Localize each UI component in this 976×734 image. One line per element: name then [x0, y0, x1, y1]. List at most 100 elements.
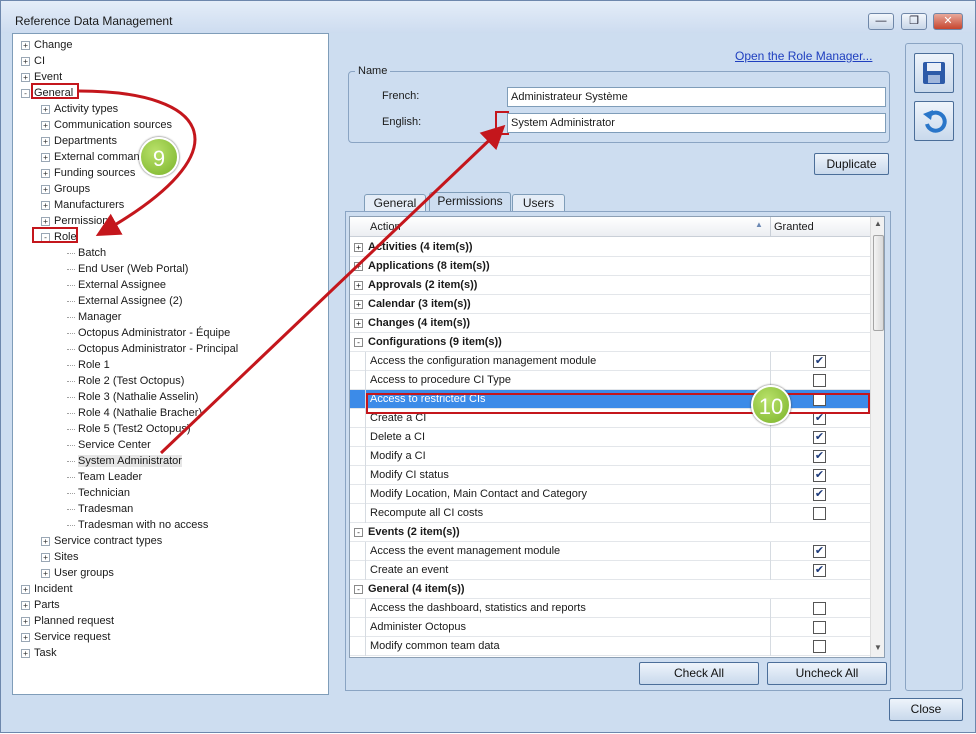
tree-item-sites[interactable]: + Sites	[41, 549, 78, 565]
expand-icon[interactable]: +	[41, 120, 50, 130]
permission-row[interactable]: Modify CI status ✔	[350, 466, 870, 485]
tree-item-team-leader[interactable]: Team Leader	[67, 469, 142, 485]
permission-row[interactable]: Access the event management module ✔	[350, 542, 870, 561]
tree-item-funding-sources[interactable]: + Funding sources	[41, 165, 135, 181]
tree-item-manufacturers[interactable]: + Manufacturers	[41, 197, 124, 213]
expand-icon[interactable]: +	[21, 56, 30, 66]
permission-row[interactable]: Create an event ✔	[350, 561, 870, 580]
tree-item-role-4-nathalie-bracher[interactable]: Role 4 (Nathalie Bracher)	[67, 405, 202, 421]
tree-item-tradesman[interactable]: Tradesman	[67, 501, 133, 517]
granted-checkbox[interactable]: ✔	[813, 564, 826, 577]
tree-item-technician[interactable]: Technician	[67, 485, 130, 501]
expand-icon[interactable]: +	[41, 216, 50, 226]
expand-icon[interactable]: +	[354, 281, 363, 290]
collapse-icon[interactable]: -	[354, 585, 363, 594]
french-name-field[interactable]: Administrateur Système	[507, 87, 886, 107]
expand-icon[interactable]: +	[354, 262, 363, 271]
permissions-grid[interactable]: Action ▲ Granted + Activities (4 item(s))…	[349, 216, 885, 658]
expand-icon[interactable]: +	[21, 72, 30, 82]
granted-checkbox[interactable]: ✔	[813, 545, 826, 558]
expand-icon[interactable]: +	[41, 552, 50, 562]
tab-general[interactable]: General	[364, 194, 426, 212]
expand-icon[interactable]: +	[41, 152, 50, 162]
tree-item-role-2-test-octopus[interactable]: Role 2 (Test Octopus)	[67, 373, 184, 389]
expand-icon[interactable]: +	[354, 300, 363, 309]
expand-icon[interactable]: +	[41, 536, 50, 546]
permission-row[interactable]: Access the dashboard, statistics and rep…	[350, 599, 870, 618]
tree-item-communication-sources[interactable]: + Communication sources	[41, 117, 172, 133]
tree-item-planned-request[interactable]: + Planned request	[21, 613, 114, 629]
tree-item-tradesman-with-no-access[interactable]: Tradesman with no access	[67, 517, 208, 533]
expand-icon[interactable]: +	[21, 648, 30, 658]
tree-item-role-1[interactable]: Role 1	[67, 357, 110, 373]
expand-icon[interactable]: +	[21, 584, 30, 594]
expand-icon[interactable]: +	[41, 104, 50, 114]
collapse-icon[interactable]: -	[354, 338, 363, 347]
scroll-thumb[interactable]	[873, 235, 884, 331]
duplicate-button[interactable]: Duplicate	[814, 153, 889, 175]
tree-item-change[interactable]: + Change	[21, 37, 73, 53]
expand-icon[interactable]: +	[41, 136, 50, 146]
close-window-button[interactable]: ✕	[933, 13, 963, 30]
english-name-field[interactable]: System Administrator	[507, 113, 886, 133]
permission-row[interactable]: Modify Location, Main Contact and Catego…	[350, 485, 870, 504]
expand-icon[interactable]: +	[41, 200, 50, 210]
expand-icon[interactable]: +	[21, 632, 30, 642]
check-all-button[interactable]: Check All	[639, 662, 759, 685]
tree-item-service-contract-types[interactable]: + Service contract types	[41, 533, 162, 549]
tab-users[interactable]: Users	[512, 194, 565, 212]
granted-checkbox[interactable]	[813, 507, 826, 520]
tree-item-end-user-web-portal[interactable]: End User (Web Portal)	[67, 261, 188, 277]
permission-row[interactable]: Access to procedure CI Type	[350, 371, 870, 390]
tree-item-octopus-administrator-principal[interactable]: Octopus Administrator - Principal	[67, 341, 238, 357]
granted-checkbox[interactable]	[813, 621, 826, 634]
permission-category-row[interactable]: - General (4 item(s))	[350, 580, 870, 599]
collapse-icon[interactable]: -	[354, 528, 363, 537]
granted-checkbox[interactable]: ✔	[813, 469, 826, 482]
tree-item-departments[interactable]: + Departments	[41, 133, 117, 149]
granted-column-header[interactable]: Granted	[774, 221, 814, 233]
permission-row[interactable]: Recompute all CI costs	[350, 504, 870, 523]
undo-button[interactable]	[914, 101, 954, 141]
permission-category-row[interactable]: - Events (2 item(s))	[350, 523, 870, 542]
action-column-header[interactable]: Action	[370, 221, 401, 233]
tree-item-user-groups[interactable]: + User groups	[41, 565, 114, 581]
tree-item-manager[interactable]: Manager	[67, 309, 121, 325]
tree-item-groups[interactable]: + Groups	[41, 181, 90, 197]
tree-item-task[interactable]: + Task	[21, 645, 57, 661]
permission-row[interactable]: Modify common team data	[350, 637, 870, 656]
tree-item-ci[interactable]: + CI	[21, 53, 45, 69]
tree-item-octopus-administrator-quipe[interactable]: Octopus Administrator - Équipe	[67, 325, 230, 341]
tree-item-external-commands[interactable]: + External commands	[41, 149, 151, 165]
tree-item-service-center[interactable]: Service Center	[67, 437, 151, 453]
tree-item-role-3-nathalie-asselin[interactable]: Role 3 (Nathalie Asselin)	[67, 389, 198, 405]
expand-icon[interactable]: +	[354, 243, 363, 252]
expand-icon[interactable]: +	[41, 168, 50, 178]
permission-row[interactable]: Delete a CI ✔	[350, 428, 870, 447]
expand-icon[interactable]: +	[41, 184, 50, 194]
granted-checkbox[interactable]	[813, 602, 826, 615]
tree-item-batch[interactable]: Batch	[67, 245, 106, 261]
permission-category-row[interactable]: + Applications (8 item(s))	[350, 257, 870, 276]
expand-icon[interactable]: +	[21, 616, 30, 626]
granted-checkbox[interactable]: ✔	[813, 355, 826, 368]
uncheck-all-button[interactable]: Uncheck All	[767, 662, 887, 685]
close-button[interactable]: Close	[889, 698, 963, 721]
permission-category-row[interactable]: + Approvals (2 item(s))	[350, 276, 870, 295]
permission-category-row[interactable]: + Activities (4 item(s))	[350, 238, 870, 257]
permission-category-row[interactable]: - Configurations (9 item(s))	[350, 333, 870, 352]
expand-icon[interactable]: +	[41, 568, 50, 578]
scroll-up-icon[interactable]: ▲	[874, 219, 882, 228]
restore-button[interactable]: ❐	[901, 13, 927, 30]
tree-item-service-request[interactable]: + Service request	[21, 629, 110, 645]
collapse-icon[interactable]: -	[21, 88, 30, 98]
permission-category-row[interactable]: + Calendar (3 item(s))	[350, 295, 870, 314]
tree-item-activity-types[interactable]: + Activity types	[41, 101, 118, 117]
open-role-manager-link[interactable]: Open the Role Manager...	[735, 49, 872, 63]
minimize-button[interactable]: —	[868, 13, 894, 30]
save-button[interactable]	[914, 53, 954, 93]
tree-item-external-assignee-2[interactable]: External Assignee (2)	[67, 293, 183, 309]
permission-row[interactable]: Modify a CI ✔	[350, 447, 870, 466]
expand-icon[interactable]: +	[21, 600, 30, 610]
tree-item-parts[interactable]: + Parts	[21, 597, 60, 613]
